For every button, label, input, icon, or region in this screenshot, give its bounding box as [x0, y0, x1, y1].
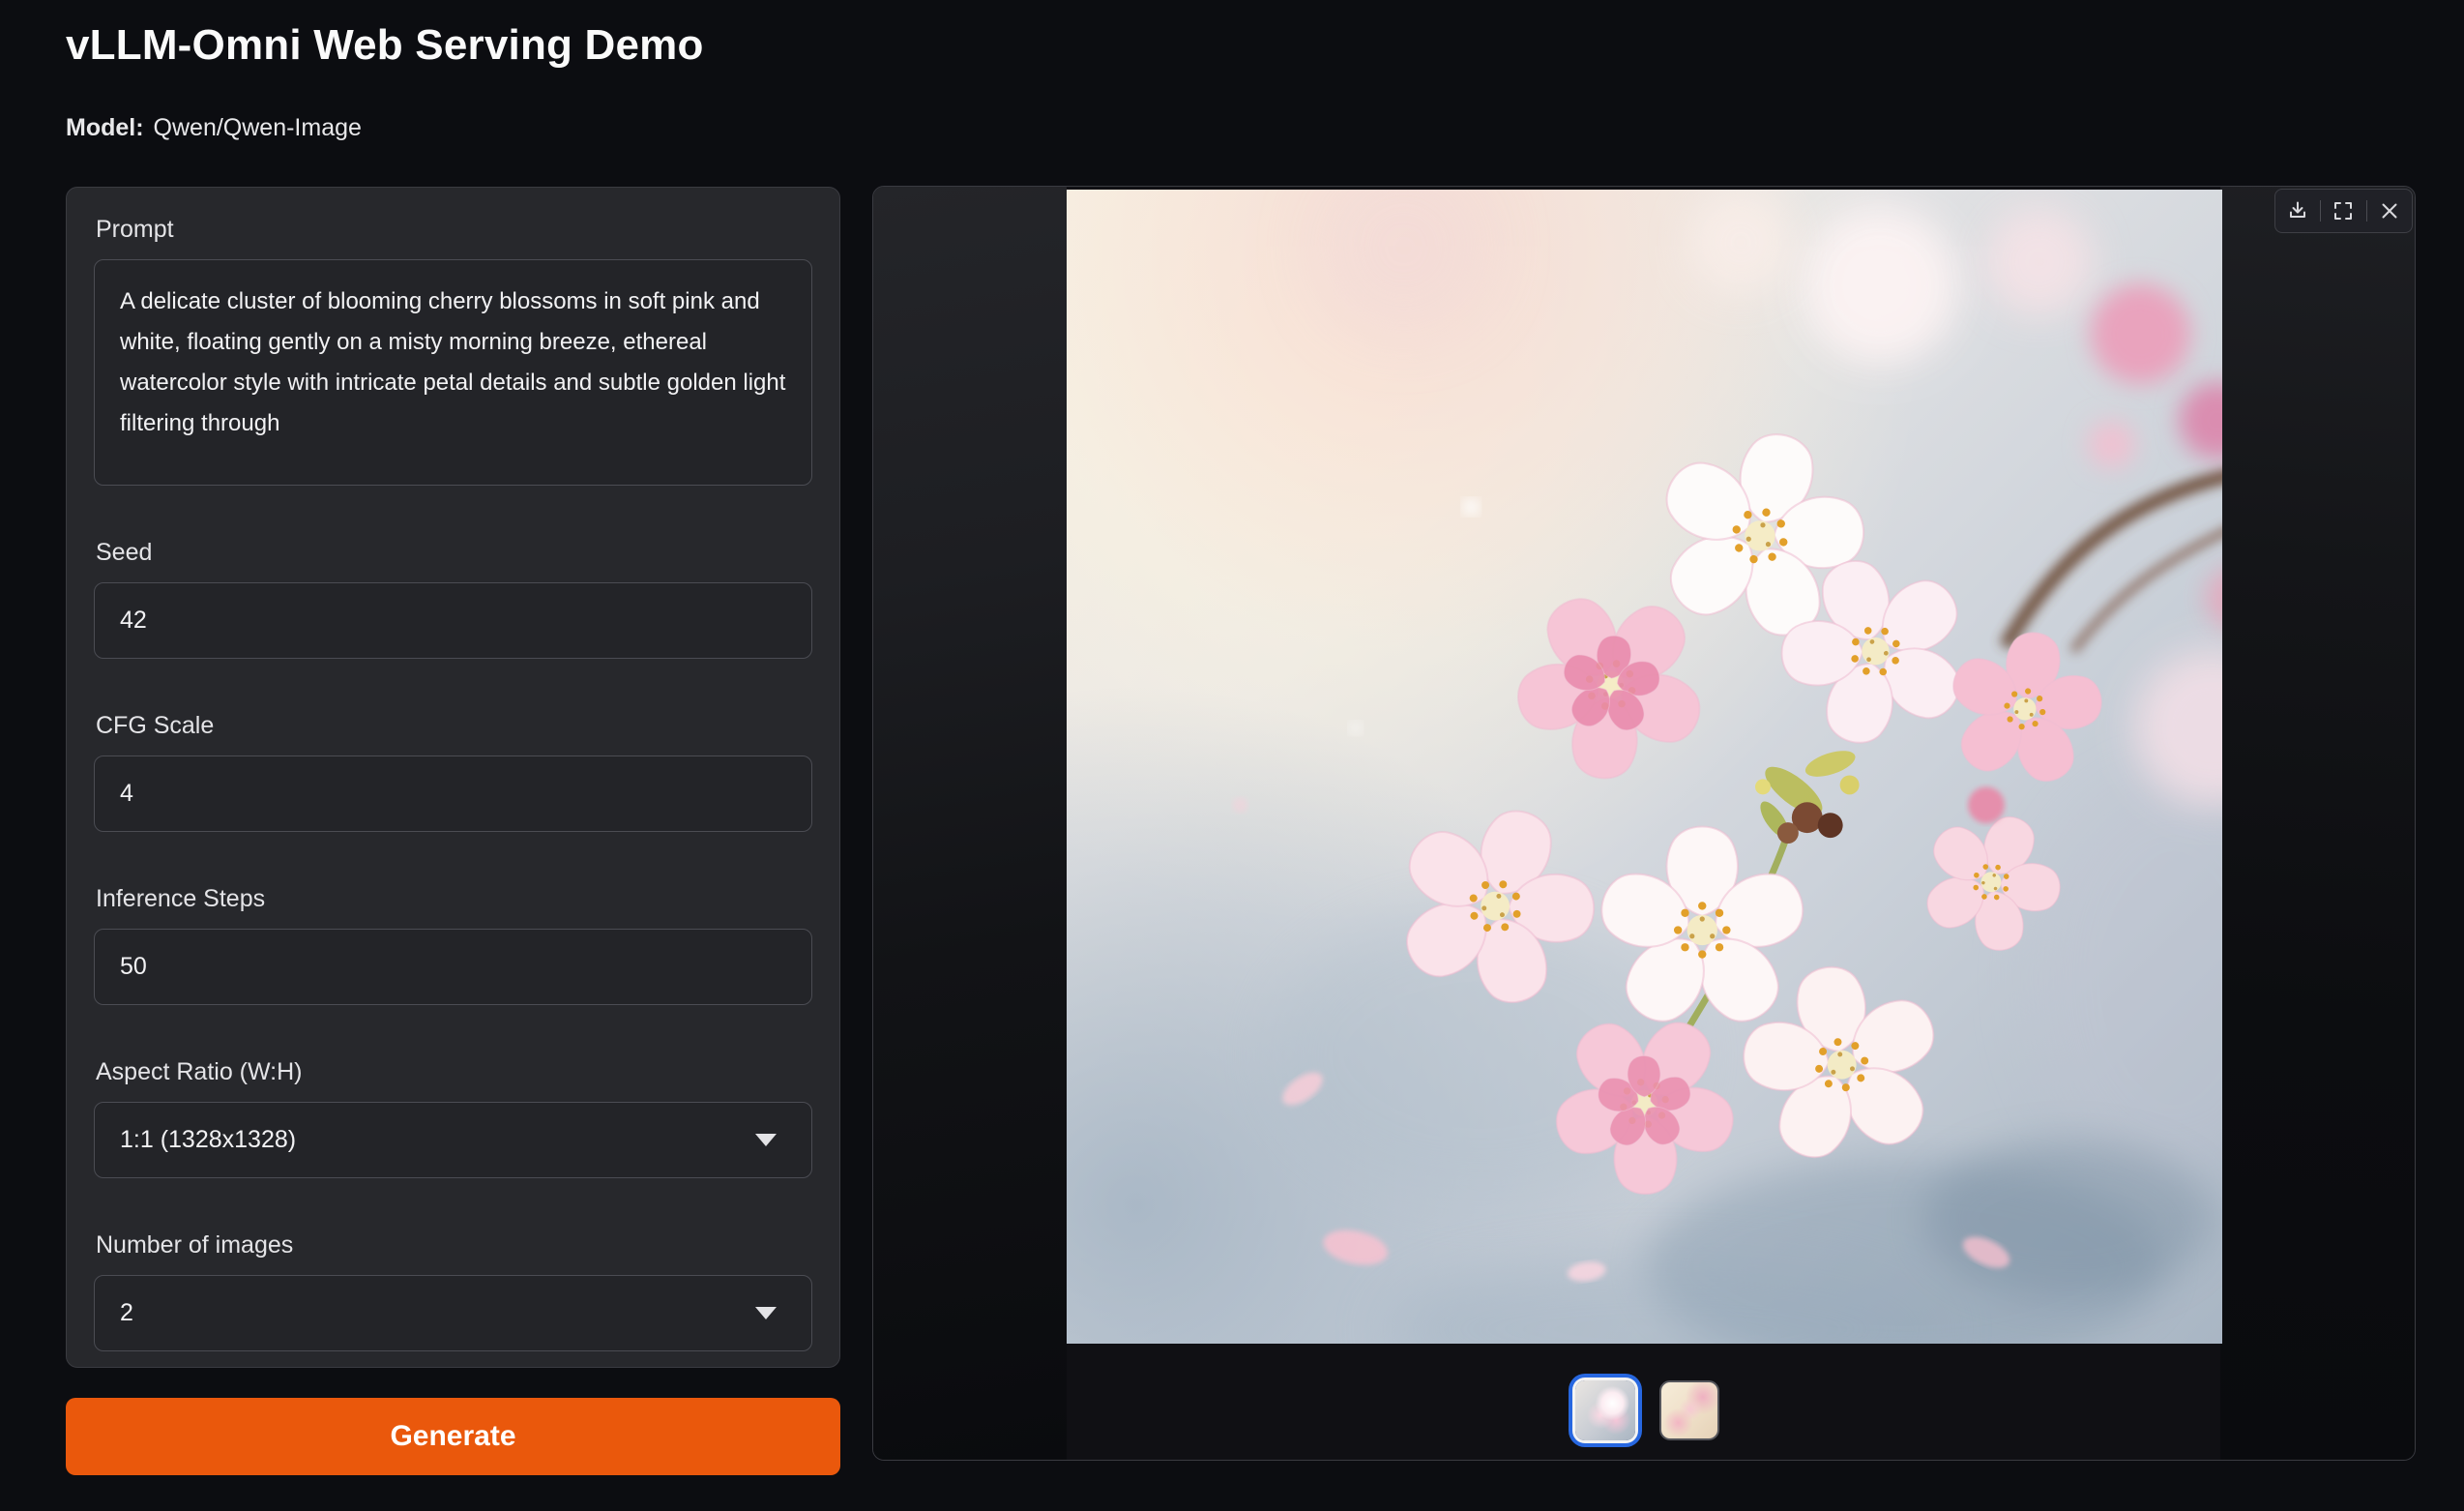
num-images-value: 2 [120, 1299, 133, 1327]
prompt-input[interactable]: A delicate cluster of blooming cherry bl… [94, 259, 812, 486]
thumbnail-2-image [1659, 1380, 1719, 1440]
seed-input[interactable] [94, 582, 812, 659]
image-toolbar [2274, 189, 2413, 233]
chevron-down-icon [755, 1134, 777, 1146]
cfg-scale-input[interactable] [94, 756, 812, 832]
preview-backdrop-left [873, 187, 1067, 1460]
chevron-down-icon [755, 1307, 777, 1319]
aspect-ratio-select[interactable]: 1:1 (1328x1328) [94, 1102, 812, 1178]
preview-backdrop-right [2220, 187, 2415, 1460]
settings-panel: Prompt A delicate cluster of blooming ch… [66, 187, 840, 1368]
cfg-scale-label: CFG Scale [96, 711, 812, 740]
preview-panel [872, 186, 2416, 1461]
close-button[interactable] [2373, 194, 2406, 227]
model-value: Qwen/Qwen-Image [154, 114, 362, 141]
generate-button[interactable]: Generate [66, 1398, 840, 1475]
model-label: Model: [66, 114, 144, 141]
model-line: Model: Qwen/Qwen-Image [66, 114, 362, 142]
prompt-label: Prompt [96, 215, 812, 244]
generated-image[interactable] [1067, 190, 2222, 1344]
thumbnail-2[interactable] [1659, 1380, 1719, 1440]
thumbnail-1-image [1575, 1380, 1635, 1440]
toolbar-divider [2320, 200, 2321, 222]
toolbar-divider [2366, 200, 2367, 222]
aspect-ratio-value: 1:1 (1328x1328) [120, 1126, 296, 1154]
seed-label: Seed [96, 538, 812, 567]
aspect-ratio-label: Aspect Ratio (W:H) [96, 1057, 812, 1086]
thumbnail-1-selected[interactable] [1575, 1380, 1635, 1440]
download-button[interactable] [2281, 194, 2314, 227]
download-icon [2286, 199, 2309, 222]
num-images-label: Number of images [96, 1230, 812, 1259]
num-images-select[interactable]: 2 [94, 1275, 812, 1351]
page-title: vLLM-Omni Web Serving Demo [66, 21, 704, 70]
thumbnail-gallery [873, 1374, 2415, 1447]
inference-steps-input[interactable] [94, 929, 812, 1005]
close-icon [2378, 199, 2401, 222]
fullscreen-button[interactable] [2327, 194, 2360, 227]
inference-steps-label: Inference Steps [96, 884, 812, 913]
fullscreen-icon [2332, 199, 2355, 222]
